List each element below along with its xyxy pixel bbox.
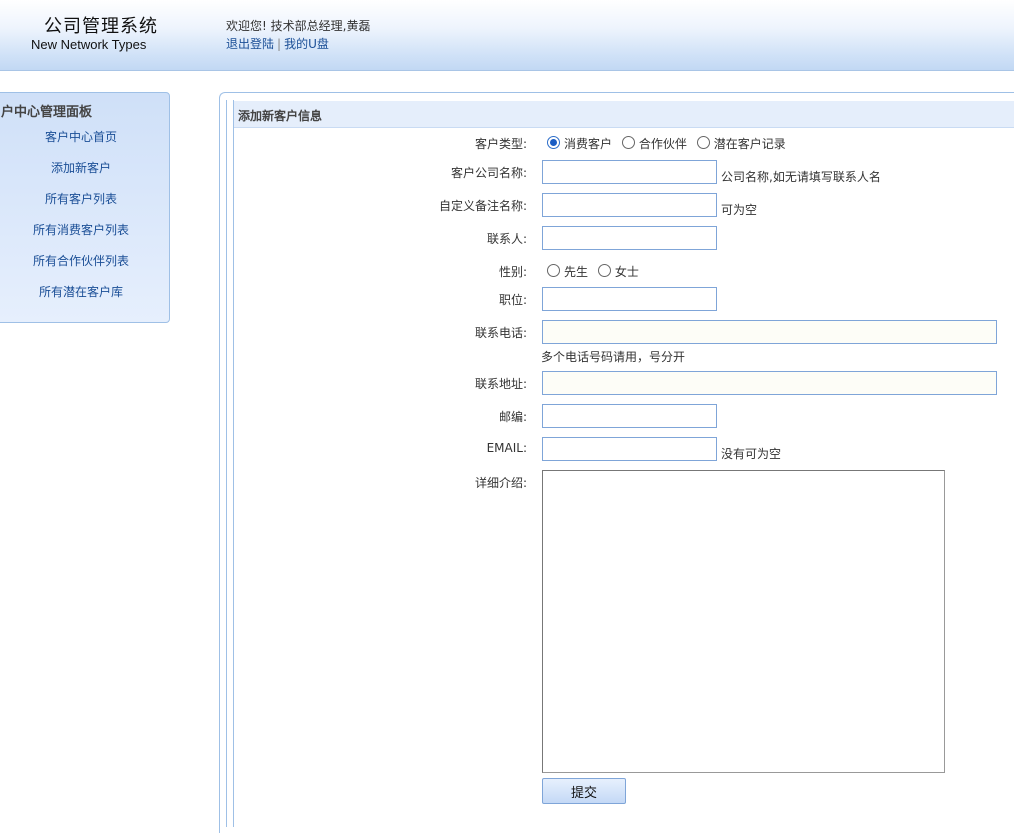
customer-type-option-partner[interactable]: 合作伙伴	[621, 135, 687, 152]
sidebar-panel: 户中心管理面板 客户中心首页 添加新客户 所有客户列表 所有消费客户列表 所有合…	[0, 92, 170, 323]
app-title: 公司管理系统	[44, 16, 158, 37]
radio-label: 合作伙伴	[638, 137, 687, 151]
address-label: 联系地址:	[474, 377, 527, 391]
sidebar-menu: 客户中心首页 添加新客户 所有客户列表 所有消费客户列表 所有合作伙伴列表 所有…	[1, 128, 161, 314]
welcome-text: 欢迎您! 技术部总经理,黄磊	[226, 19, 371, 33]
gender-label: 性别:	[498, 265, 527, 279]
alias-label: 自定义备注名称:	[438, 199, 527, 213]
sidebar-item-consumer-customers[interactable]: 所有消费客户列表	[33, 223, 129, 237]
radio-icon[interactable]	[547, 264, 560, 277]
sidebar-item-all-customers[interactable]: 所有客户列表	[45, 192, 117, 206]
radio-icon[interactable]	[696, 136, 710, 149]
radio-label: 女士	[614, 265, 639, 279]
zip-input[interactable]	[542, 404, 717, 428]
app-subtitle: New Network Types	[31, 37, 147, 52]
phone-label: 联系电话:	[474, 326, 527, 340]
sidebar-item: 添加新客户	[1, 159, 161, 190]
sidebar-item: 所有客户列表	[1, 190, 161, 221]
sidebar-item: 所有合作伙伴列表	[1, 252, 161, 283]
my-disk-link[interactable]: 我的U盘	[284, 37, 329, 51]
zip-label: 邮编:	[498, 410, 527, 424]
app-header: 公司管理系统 New Network Types 欢迎您! 技术部总经理,黄磊 …	[0, 0, 1014, 71]
radio-icon[interactable]	[621, 136, 635, 149]
sidebar-item-partners[interactable]: 所有合作伙伴列表	[33, 254, 129, 268]
contact-input[interactable]	[542, 226, 717, 250]
company-name-input[interactable]	[542, 160, 717, 184]
panel-title-bar: 添加新客户信息	[234, 101, 1014, 128]
radio-label: 消费客户	[564, 137, 613, 151]
phone-input[interactable]	[542, 320, 997, 344]
sidebar-item-prospects[interactable]: 所有潜在客户库	[39, 285, 123, 299]
sidebar-title: 户中心管理面板	[1, 105, 93, 120]
customer-type-option-consumer[interactable]: 消费客户	[547, 135, 612, 152]
alias-hint: 可为空	[721, 203, 758, 217]
detail-textarea[interactable]	[542, 470, 945, 773]
email-label: EMAIL:	[486, 441, 527, 455]
link-separator: |	[277, 37, 282, 51]
gender-option-male[interactable]: 先生	[547, 263, 588, 280]
panel-divider	[226, 100, 227, 827]
logout-link[interactable]: 退出登陆	[226, 37, 274, 51]
company-name-label: 客户公司名称:	[450, 166, 527, 180]
email-hint: 没有可为空	[721, 447, 782, 461]
contact-label: 联系人:	[486, 232, 527, 246]
position-label: 职位:	[498, 293, 527, 307]
gender-option-female[interactable]: 女士	[597, 263, 639, 280]
customer-type-option-prospect[interactable]: 潜在客户记录	[696, 135, 786, 152]
submit-button[interactable]: 提交	[542, 778, 626, 804]
email-input[interactable]	[542, 437, 717, 461]
sidebar-item: 所有消费客户列表	[1, 221, 161, 252]
position-input[interactable]	[542, 287, 717, 311]
sidebar-item: 客户中心首页	[1, 128, 161, 159]
sidebar-item-home[interactable]: 客户中心首页	[45, 130, 117, 144]
detail-label: 详细介绍:	[474, 476, 527, 490]
sidebar-item-add-customer[interactable]: 添加新客户	[51, 161, 111, 175]
company-name-hint: 公司名称,如无请填写联系人名	[721, 170, 881, 184]
header-links: 退出登陆 | 我的U盘	[226, 35, 329, 52]
panel-divider	[233, 100, 234, 827]
address-input[interactable]	[542, 371, 997, 395]
radio-label: 潜在客户记录	[713, 137, 786, 151]
gender-radio-group: 先生 女士	[547, 263, 645, 280]
radio-checked-icon[interactable]	[547, 136, 560, 149]
customer-type-radio-group: 消费客户 合作伙伴 潜在客户记录	[547, 135, 792, 152]
alias-input[interactable]	[542, 193, 717, 217]
phone-hint: 多个电话号码请用，号分开	[541, 350, 686, 364]
radio-label: 先生	[564, 265, 589, 279]
radio-icon[interactable]	[597, 264, 611, 277]
sidebar-item: 所有潜在客户库	[1, 283, 161, 314]
customer-type-label: 客户类型:	[474, 137, 527, 151]
panel-title: 添加新客户信息	[238, 109, 323, 123]
